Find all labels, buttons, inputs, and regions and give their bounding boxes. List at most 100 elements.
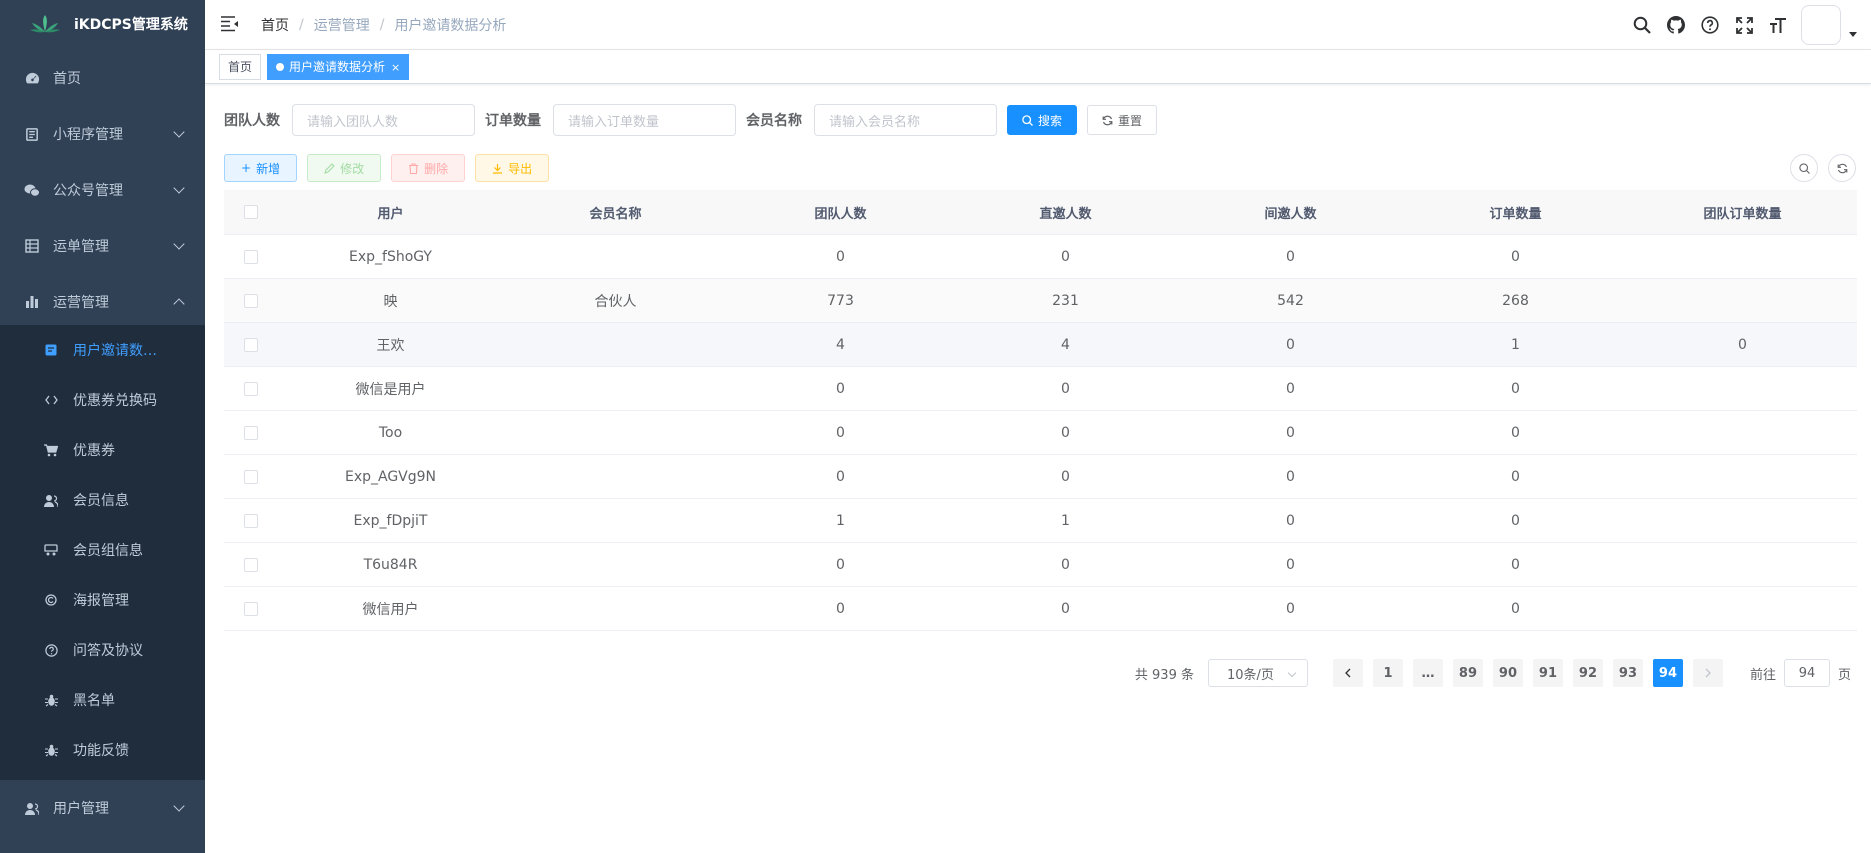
table-cell: 0 (1511, 556, 1520, 573)
tag-home[interactable]: 首页 (219, 54, 262, 80)
sidebar-item-member-group[interactable]: 会员组信息 (0, 525, 205, 575)
sidebar-item-wechat[interactable]: 公众号管理 (0, 162, 205, 218)
sidebar-item-member-info[interactable]: 会员信息 (0, 475, 205, 525)
page-button[interactable]: 93 (1612, 659, 1643, 687)
table-cell: 0 (1511, 600, 1520, 617)
delete-button[interactable]: 删除 (391, 154, 466, 182)
page-ellipsis[interactable]: … (1412, 659, 1443, 687)
avatar[interactable] (1801, 5, 1841, 45)
pagination: 共 939 条 10条/页 1 … 89 90 91 92 93 94 前往 94 页 (1135, 658, 1851, 688)
table-cell: 0 (1061, 556, 1070, 573)
table-cell: T6u84R (363, 556, 418, 573)
export-button[interactable]: 导出 (475, 154, 550, 182)
sidebar-item-invite-analysis[interactable]: 用户邀请数… (0, 325, 205, 375)
caret-down-icon[interactable] (1849, 31, 1857, 37)
goto-page-input[interactable]: 94 (1783, 659, 1830, 687)
add-button[interactable]: + 新增 (224, 154, 298, 182)
table-cell: 0 (1511, 424, 1520, 441)
row-checkbox[interactable] (244, 601, 258, 616)
edit-icon (324, 162, 335, 174)
table-cell: 0 (1286, 556, 1295, 573)
edit-button[interactable]: 修改 (307, 154, 382, 182)
sidebar-item-operation[interactable]: 运营管理 (0, 274, 205, 330)
table-row[interactable]: 微信用户 0 0 0 0 (224, 587, 1857, 631)
page-button[interactable]: 94 (1652, 659, 1683, 687)
fullscreen-icon[interactable] (1727, 0, 1761, 50)
sidebar-item-poster[interactable]: 海报管理 (0, 575, 205, 625)
navbar-right (1625, 0, 1871, 50)
select-all-checkbox[interactable] (244, 205, 258, 219)
table-cell: 1 (836, 512, 845, 529)
reset-button[interactable]: 重置 (1087, 105, 1158, 135)
hamburger-icon[interactable] (221, 16, 239, 32)
table-cell: 0 (1286, 380, 1295, 397)
logo-icon (30, 15, 60, 33)
chevron-down-icon (173, 800, 185, 812)
search-button[interactable]: 搜索 (1007, 105, 1078, 135)
page-button[interactable]: 1 (1372, 659, 1403, 687)
row-checkbox[interactable] (244, 557, 258, 572)
table-cell (1628, 499, 1857, 542)
app-logo[interactable]: iKDCPS管理系统 (0, 0, 205, 48)
breadcrumb-home[interactable]: 首页 (261, 15, 289, 35)
page-button[interactable]: 91 (1532, 659, 1563, 687)
sidebar-item-home[interactable]: 首页 (0, 50, 205, 106)
dashboard-icon (23, 69, 41, 87)
total-count: 共 939 条 (1134, 667, 1194, 683)
table-cell (1628, 411, 1857, 454)
goto-page: 前往 94 页 (1750, 659, 1851, 687)
column-header: 会员名称 (589, 206, 642, 222)
sidebar-item-miniprogram[interactable]: 小程序管理 (0, 106, 205, 162)
table-cell: 王欢 (376, 337, 405, 354)
table-body: Exp_fShoGY 0 0 0 0 映合伙人 773 231 542 268 王欢 4 4 0 1 0 微信是… (224, 235, 1857, 631)
sidebar-item-user-management[interactable]: 用户管理 (0, 780, 205, 836)
next-page-button[interactable] (1692, 659, 1723, 687)
sidebar-item-feedback[interactable]: 功能反馈 (0, 725, 205, 775)
table-row[interactable]: Too 0 0 0 0 (224, 411, 1857, 455)
column-header: 团队订单数量 (1703, 206, 1782, 222)
row-checkbox[interactable] (244, 337, 258, 352)
table-cell: 映 (383, 293, 398, 310)
table-row[interactable]: Exp_AGVg9N 0 0 0 0 (224, 455, 1857, 499)
page-size-select[interactable]: 10条/页 (1207, 659, 1308, 687)
close-icon[interactable]: × (391, 61, 400, 74)
table-cell (1628, 235, 1857, 278)
table-cell: 1 (1511, 336, 1520, 353)
row-checkbox[interactable] (244, 469, 258, 484)
team-count-input[interactable]: 请输入团队人数 (292, 104, 475, 136)
font-size-icon[interactable] (1761, 0, 1795, 50)
refresh-button[interactable] (1828, 154, 1856, 182)
table-row[interactable]: T6u84R 0 0 0 0 (224, 543, 1857, 587)
table-row[interactable]: 微信是用户 0 0 0 0 (224, 367, 1857, 411)
table-row[interactable]: Exp_fShoGY 0 0 0 0 (224, 235, 1857, 279)
search-icon[interactable] (1625, 0, 1659, 50)
row-checkbox[interactable] (244, 381, 258, 396)
help-icon[interactable] (1693, 0, 1727, 50)
sidebar-item-waybill[interactable]: 运单管理 (0, 218, 205, 274)
sidebar-item-coupon[interactable]: 优惠券 (0, 425, 205, 475)
row-checkbox[interactable] (244, 425, 258, 440)
page-button[interactable]: 92 (1572, 659, 1603, 687)
row-checkbox[interactable] (244, 249, 258, 264)
sidebar-item-blacklist[interactable]: 黑名单 (0, 675, 205, 725)
table-cell (503, 323, 728, 366)
toggle-search-button[interactable] (1790, 154, 1818, 182)
table-cell: 0 (1511, 248, 1520, 265)
order-count-input[interactable]: 请输入订单数量 (553, 104, 736, 136)
github-icon[interactable] (1659, 0, 1693, 50)
sidebar-item-coupon-code[interactable]: 优惠券兑换码 (0, 375, 205, 425)
prev-page-button[interactable] (1332, 659, 1363, 687)
table-cell: 0 (1286, 424, 1295, 441)
table-row[interactable]: Exp_fDpjiT 1 1 0 0 (224, 499, 1857, 543)
tag-invite-analysis[interactable]: 用户邀请数据分析 × (267, 54, 410, 80)
question-icon (43, 642, 59, 658)
member-name-input[interactable]: 请输入会员名称 (814, 104, 997, 136)
page-button[interactable]: 90 (1492, 659, 1523, 687)
table-cell: 0 (1061, 468, 1070, 485)
table-row[interactable]: 映 合伙人 773 231 542 268 (224, 279, 1857, 323)
row-checkbox[interactable] (244, 513, 258, 528)
sidebar-item-qa-agreement[interactable]: 问答及协议 (0, 625, 205, 675)
row-checkbox[interactable] (244, 293, 258, 308)
page-button[interactable]: 89 (1452, 659, 1483, 687)
table-row[interactable]: 王欢 4 4 0 1 0 (224, 323, 1857, 367)
